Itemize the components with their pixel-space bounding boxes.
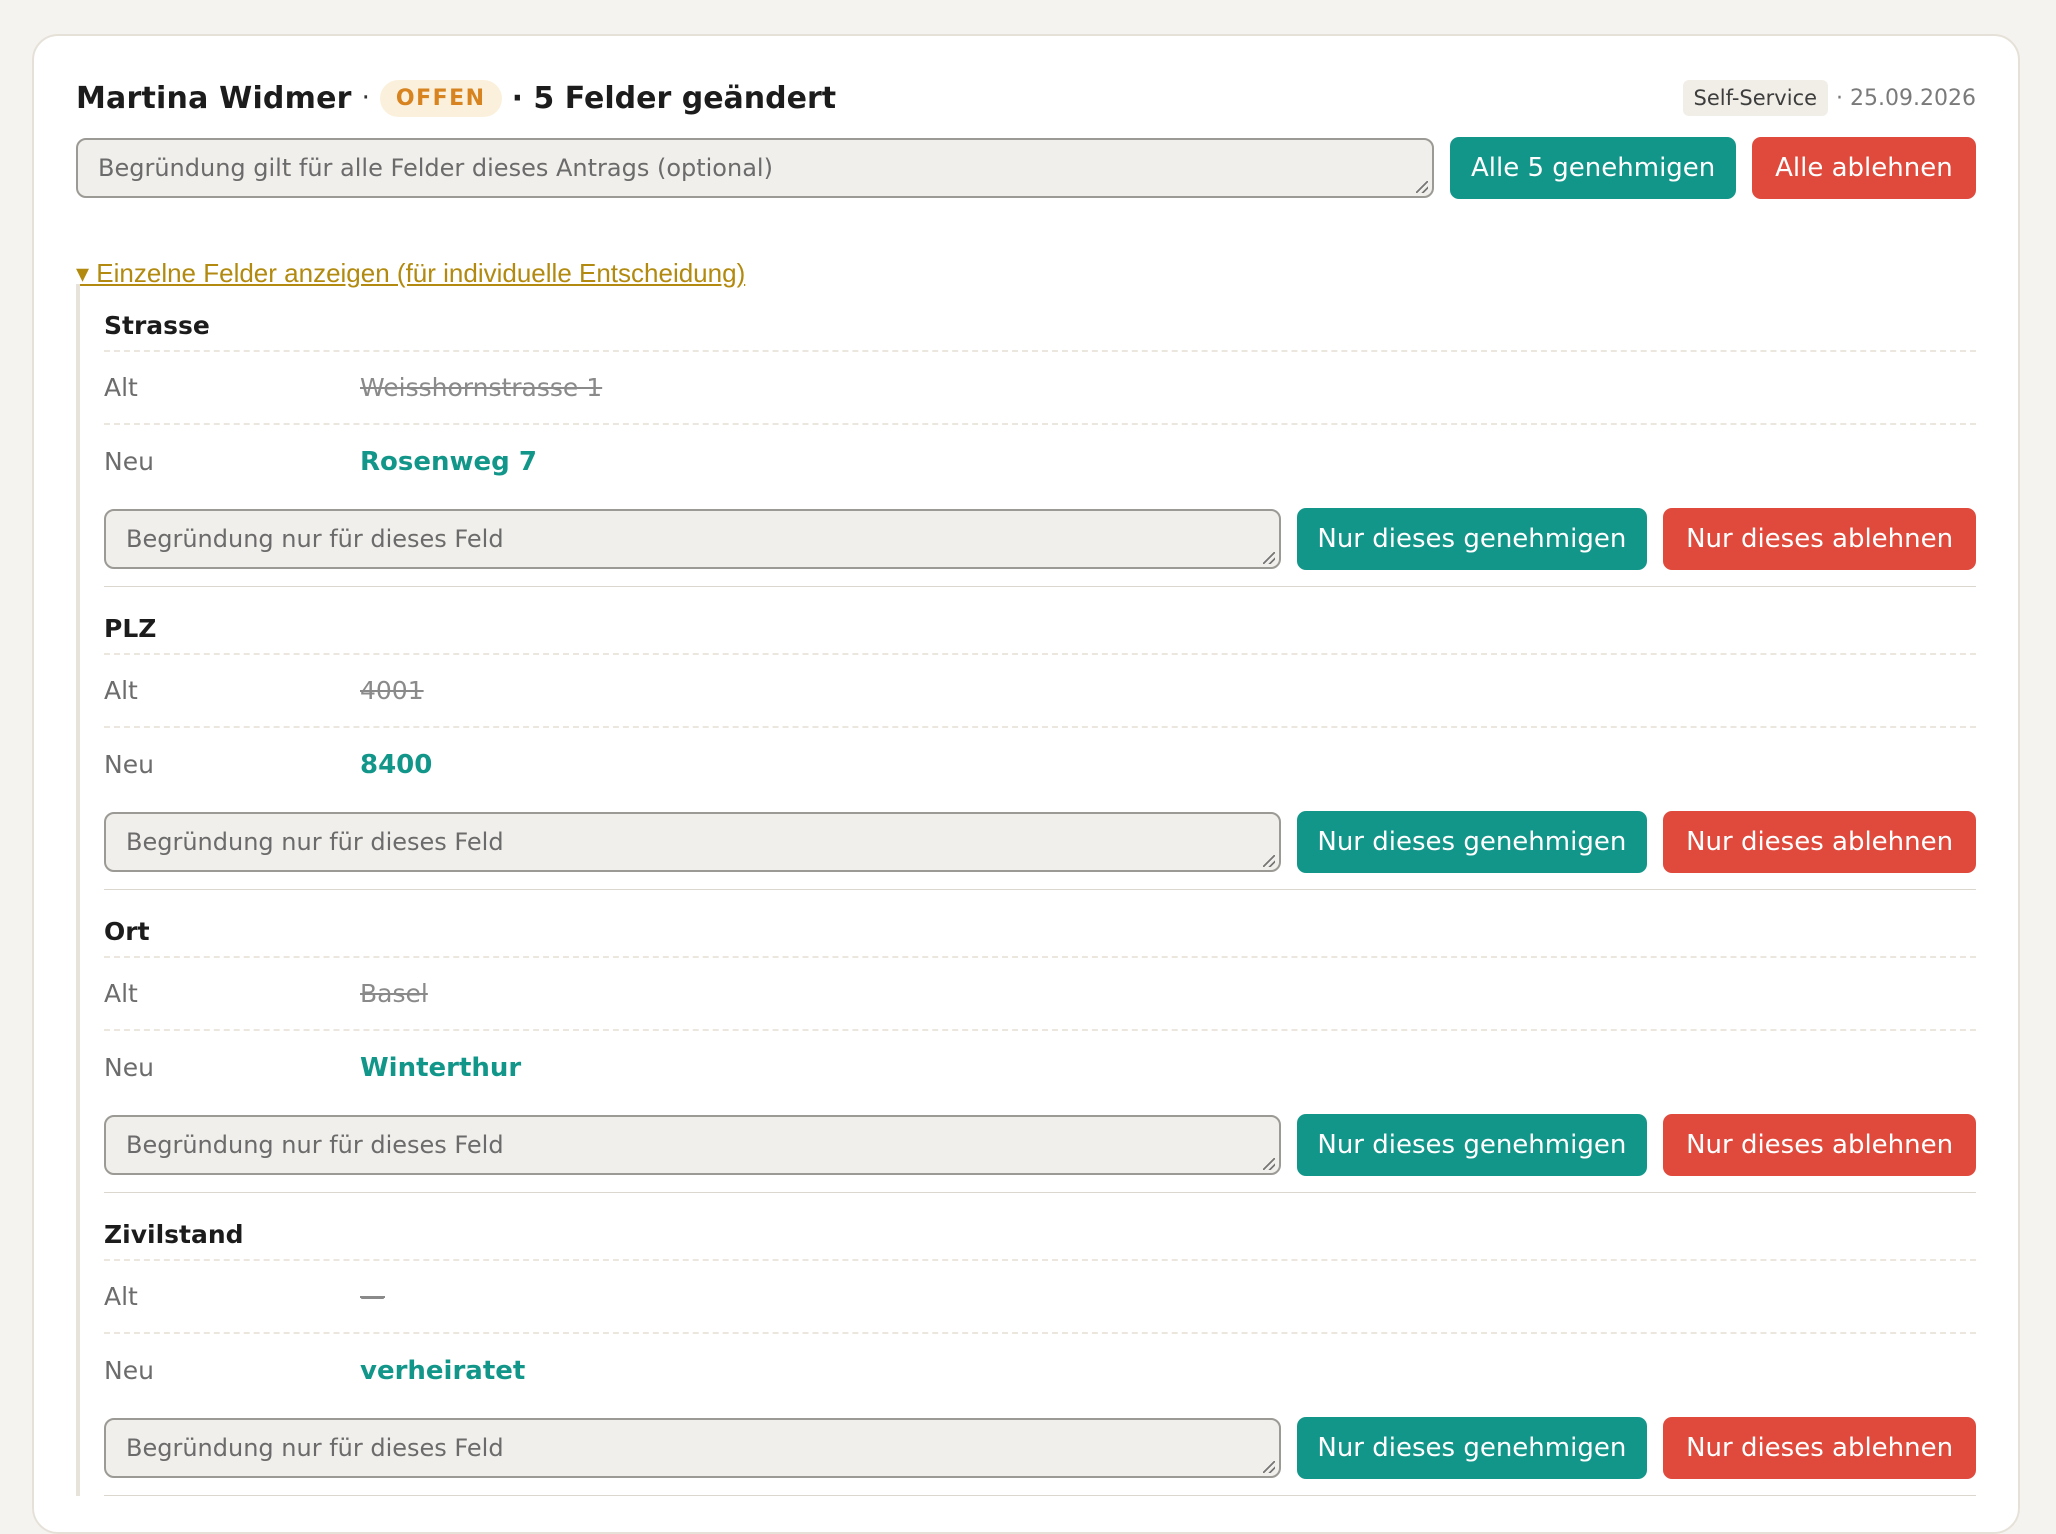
old-value: Basel xyxy=(360,979,428,1008)
new-label: Neu xyxy=(104,447,154,476)
reject-field-button[interactable]: Nur dieses ablehnen xyxy=(1663,1417,1976,1479)
resize-handle-icon[interactable] xyxy=(1262,1158,1275,1170)
request-header-left: Martina Widmer · OFFEN · 5 Felder geände… xyxy=(76,79,837,117)
field-decision-row: Begründung nur für dieses Feld Nur diese… xyxy=(104,498,1976,586)
approve-field-button[interactable]: Nur dieses genehmigen xyxy=(1296,1417,1648,1479)
new-value-row: Neu 8400 xyxy=(104,728,1976,801)
old-value: Weisshornstrasse 1 xyxy=(360,373,603,402)
new-value: Rosenweg 7 xyxy=(360,446,537,477)
global-reason-input[interactable]: Begründung gilt für alle Felder dieses A… xyxy=(76,138,1435,198)
new-value: verheiratet xyxy=(360,1355,526,1386)
separator: · xyxy=(361,83,370,113)
old-label: Alt xyxy=(104,979,138,1008)
old-label: Alt xyxy=(104,1282,138,1311)
field-list: Strasse Alt Weisshornstrasse 1 Neu Rosen… xyxy=(76,284,1976,1496)
old-value: — xyxy=(360,1282,385,1311)
field-decision-row: Begründung nur für dieses Feld Nur diese… xyxy=(104,801,1976,889)
employee-name: Martina Widmer xyxy=(76,80,352,116)
resize-handle-icon[interactable] xyxy=(1262,855,1275,867)
field-reason-placeholder: Begründung nur für dieses Feld xyxy=(126,828,504,856)
approve-field-button[interactable]: Nur dieses genehmigen xyxy=(1296,1114,1648,1176)
field-reason-input[interactable]: Begründung nur für dieses Feld xyxy=(104,509,1281,569)
new-label: Neu xyxy=(104,1053,154,1082)
reject-field-button[interactable]: Nur dieses ablehnen xyxy=(1663,811,1976,873)
field-title: Strasse xyxy=(104,284,1976,352)
old-label: Alt xyxy=(104,373,138,402)
resize-handle-icon[interactable] xyxy=(1416,181,1429,193)
global-reason-placeholder: Begründung gilt für alle Felder dieses A… xyxy=(98,154,773,182)
field-reason-placeholder: Begründung nur für dieses Feld xyxy=(126,525,504,553)
approve-all-button[interactable]: Alle 5 genehmigen xyxy=(1450,137,1736,199)
field-block: Zivilstand Alt — Neu verheiratet Begründ… xyxy=(104,1193,1976,1496)
new-label: Neu xyxy=(104,750,154,779)
changed-count: · 5 Felder geändert xyxy=(511,80,837,116)
global-decision-row: Begründung gilt für alle Felder dieses A… xyxy=(76,136,1976,200)
old-label: Alt xyxy=(104,676,138,705)
field-reason-input[interactable]: Begründung nur für dieses Feld xyxy=(104,1418,1281,1478)
field-block: Strasse Alt Weisshornstrasse 1 Neu Rosen… xyxy=(104,284,1976,587)
field-decision-row: Begründung nur für dieses Feld Nur diese… xyxy=(104,1104,1976,1192)
request-header: Martina Widmer · OFFEN · 5 Felder geände… xyxy=(76,66,1976,130)
old-value-row: Alt — xyxy=(104,1261,1976,1334)
reject-field-button[interactable]: Nur dieses ablehnen xyxy=(1663,508,1976,570)
resize-handle-icon[interactable] xyxy=(1262,1461,1275,1473)
approve-field-button[interactable]: Nur dieses genehmigen xyxy=(1296,811,1648,873)
approve-field-button[interactable]: Nur dieses genehmigen xyxy=(1296,508,1648,570)
new-value: Winterthur xyxy=(360,1052,522,1083)
field-title: Ort xyxy=(104,890,1976,958)
field-block: PLZ Alt 4001 Neu 8400 Begründung nur für… xyxy=(104,587,1976,890)
request-date: · 25.09.2026 xyxy=(1836,85,1976,111)
field-decision-row: Begründung nur für dieses Feld Nur diese… xyxy=(104,1407,1976,1495)
field-reason-placeholder: Begründung nur für dieses Feld xyxy=(126,1434,504,1462)
reject-all-button[interactable]: Alle ablehnen xyxy=(1751,137,1976,199)
old-value: 4001 xyxy=(360,676,424,705)
old-value-row: Alt 4001 xyxy=(104,655,1976,728)
old-value-row: Alt Weisshornstrasse 1 xyxy=(104,352,1976,425)
new-value: 8400 xyxy=(360,749,433,780)
resize-handle-icon[interactable] xyxy=(1262,552,1275,564)
reject-field-button[interactable]: Nur dieses ablehnen xyxy=(1663,1114,1976,1176)
new-value-row: Neu Winterthur xyxy=(104,1031,1976,1104)
old-value-row: Alt Basel xyxy=(104,958,1976,1031)
field-reason-input[interactable]: Begründung nur für dieses Feld xyxy=(104,812,1281,872)
new-label: Neu xyxy=(104,1356,154,1385)
change-request-card: Martina Widmer · OFFEN · 5 Felder geände… xyxy=(32,34,2020,1534)
field-title: Zivilstand xyxy=(104,1193,1976,1261)
new-value-row: Neu Rosenweg 7 xyxy=(104,425,1976,498)
request-meta: Self-Service · 25.09.2026 xyxy=(1682,80,1976,116)
new-value-row: Neu verheiratet xyxy=(104,1334,1976,1407)
field-block: Ort Alt Basel Neu Winterthur Begründung … xyxy=(104,890,1976,1193)
field-title: PLZ xyxy=(104,587,1976,655)
field-reason-input[interactable]: Begründung nur für dieses Feld xyxy=(104,1115,1281,1175)
source-badge: Self-Service xyxy=(1682,80,1829,116)
status-badge: OFFEN xyxy=(379,79,502,117)
field-reason-placeholder: Begründung nur für dieses Feld xyxy=(126,1131,504,1159)
